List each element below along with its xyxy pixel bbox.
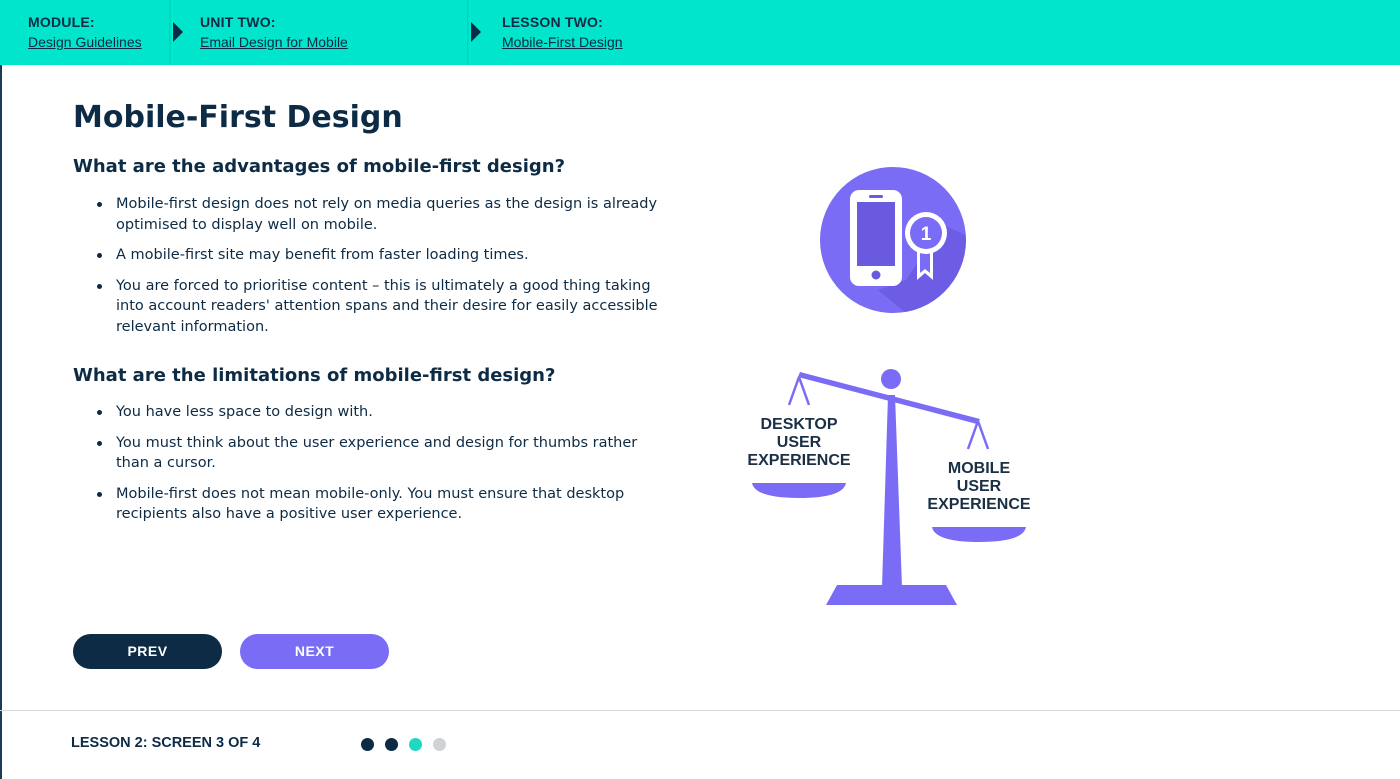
breadcrumb-lesson: LESSON TWO: Mobile-First Design	[470, 0, 1400, 65]
progress-dots	[361, 738, 446, 751]
breadcrumb-module-link[interactable]: Design Guidelines	[28, 34, 142, 50]
footer-divider	[0, 710, 1400, 711]
chevron-right-icon	[173, 22, 183, 42]
advantages-heading: What are the advantages of mobile-first …	[73, 156, 566, 177]
breadcrumb-unit: UNIT TWO: Email Design for Mobile	[172, 0, 481, 65]
list-item: You have less space to design with.	[73, 402, 673, 423]
breadcrumb-unit-link[interactable]: Email Design for Mobile	[200, 34, 348, 50]
chevron-right-icon	[471, 22, 481, 42]
award-number: 1	[921, 224, 932, 245]
progress-dot[interactable]	[385, 738, 398, 751]
limitations-list: You have less space to design with. You …	[73, 402, 673, 535]
list-item: You must think about the user experience…	[73, 433, 673, 474]
list-item: Mobile-first does not mean mobile-only. …	[73, 484, 673, 525]
list-item: Mobile-first design does not rely on med…	[73, 194, 673, 235]
list-item: You are forced to prioritise content – t…	[73, 276, 673, 338]
scale-label-mobile: MOBILE USER EXPERIENCE	[920, 460, 1038, 514]
scale-label-desktop: DESKTOP USER EXPERIENCE	[740, 416, 858, 470]
progress-label: LESSON 2: SCREEN 3 OF 4	[71, 735, 261, 751]
scale-label-text: DESKTOP USER EXPERIENCE	[747, 416, 851, 469]
progress-dot[interactable]	[409, 738, 422, 751]
breadcrumb-lesson-link[interactable]: Mobile-First Design	[502, 34, 623, 50]
left-edge-accent	[0, 65, 2, 779]
breadcrumb-unit-label: UNIT TWO:	[200, 14, 276, 30]
limitations-heading: What are the limitations of mobile-first…	[73, 365, 556, 386]
prev-button[interactable]: PREV	[73, 634, 222, 669]
breadcrumb-module: MODULE: Design Guidelines	[0, 0, 183, 65]
next-button[interactable]: NEXT	[240, 634, 389, 669]
advantages-list: Mobile-first design does not rely on med…	[73, 194, 673, 347]
page-title: Mobile-First Design	[73, 100, 403, 135]
smartphone-award-icon: 1	[820, 167, 966, 313]
breadcrumb-lesson-label: LESSON TWO:	[502, 14, 603, 30]
breadcrumb-module-label: MODULE:	[28, 14, 95, 30]
scale-label-text: MOBILE USER EXPERIENCE	[927, 460, 1031, 513]
progress-dot[interactable]	[361, 738, 374, 751]
list-item: A mobile-first site may benefit from fas…	[73, 245, 673, 266]
progress-dot[interactable]	[433, 738, 446, 751]
breadcrumb: MODULE: Design Guidelines UNIT TWO: Emai…	[0, 0, 1400, 65]
